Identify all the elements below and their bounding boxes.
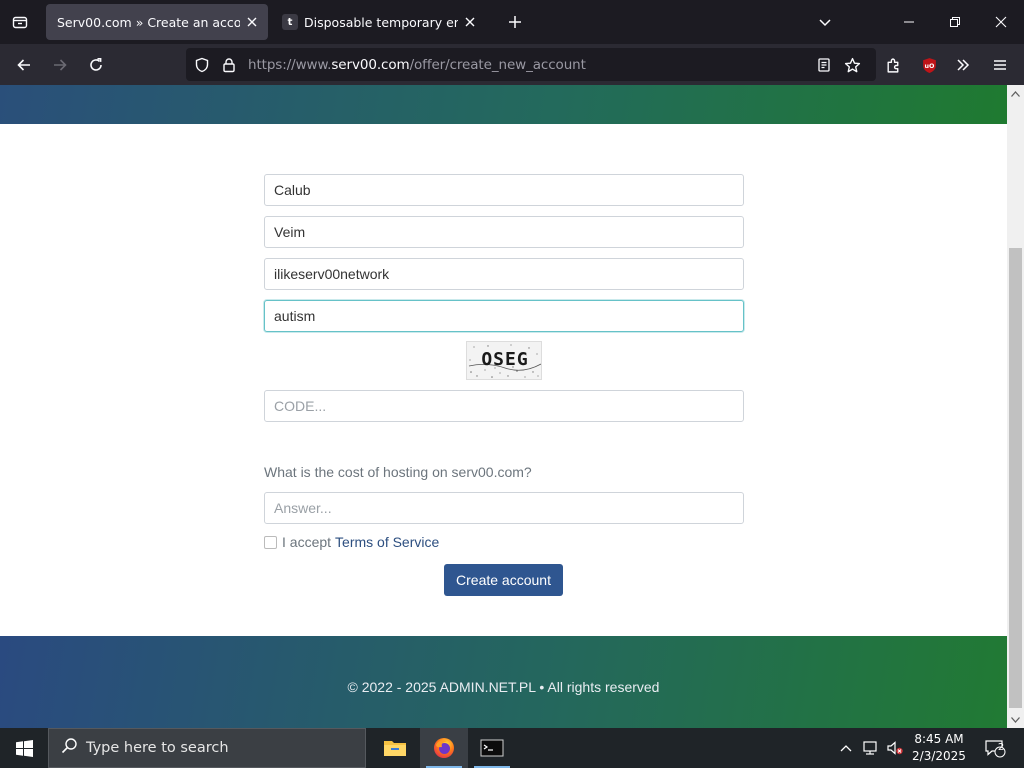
- scroll-up-icon[interactable]: [1007, 85, 1024, 102]
- terms-label: I accept: [282, 534, 332, 550]
- close-tab-icon[interactable]: [240, 10, 264, 34]
- first-name-field[interactable]: Calub: [264, 174, 744, 206]
- page-header-banner: [0, 85, 1007, 124]
- overflow-icon[interactable]: [950, 52, 976, 78]
- tab-list-icon[interactable]: [8, 10, 32, 34]
- close-tab-icon[interactable]: [458, 10, 482, 34]
- volume-muted-icon[interactable]: [884, 728, 906, 768]
- clock-time: 8:45 AM: [914, 732, 964, 746]
- security-question: What is the cost of hosting on serv00.co…: [264, 464, 532, 480]
- terminal-icon[interactable]: [468, 728, 516, 768]
- tab-favicon: t: [282, 14, 298, 30]
- notification-count: 2: [997, 742, 1005, 753]
- notifications-icon[interactable]: 2: [980, 728, 1010, 768]
- menu-icon[interactable]: [987, 52, 1013, 78]
- forward-icon[interactable]: [47, 52, 73, 78]
- reload-icon[interactable]: [83, 52, 109, 78]
- terms-of-service-link[interactable]: Terms of Service: [335, 534, 439, 550]
- shield-icon[interactable]: [192, 55, 212, 75]
- terms-row: I accept Terms of Service: [264, 534, 439, 550]
- tab-title: Disposable temporary email - T: [304, 14, 458, 30]
- text-field-focused[interactable]: autism: [264, 300, 744, 332]
- web-page: Calub Veim ilikeserv00network autism OSE…: [0, 85, 1007, 728]
- minimize-icon[interactable]: [895, 8, 923, 36]
- tab-serv00[interactable]: Serv00.com » Create an account: [46, 4, 268, 40]
- tab-strip: Serv00.com » Create an account t Disposa…: [0, 0, 1024, 44]
- username-field[interactable]: ilikeserv00network: [264, 258, 744, 290]
- taskbar-clock[interactable]: 8:45 AM 2/3/2025: [906, 731, 972, 765]
- page-scrollbar[interactable]: [1007, 85, 1024, 728]
- scroll-thumb[interactable]: [1009, 248, 1022, 708]
- reader-view-icon[interactable]: [814, 55, 834, 75]
- show-hidden-icons-chevron-icon[interactable]: [836, 728, 856, 768]
- footer-copyright: © 2022 - 2025 ADMIN.NET.PL • All rights …: [347, 679, 660, 695]
- firefox-icon[interactable]: [420, 728, 468, 768]
- windows-taskbar: Type here to search 8:45 AM 2/3/2025 2: [0, 728, 1024, 768]
- navigation-toolbar: https://www.serv00.com/offer/create_new_…: [0, 44, 1024, 85]
- file-explorer-icon[interactable]: [371, 728, 419, 768]
- restore-icon[interactable]: [941, 8, 969, 36]
- svg-text:uO: uO: [924, 62, 935, 70]
- captcha-image: OSEG: [466, 341, 542, 380]
- ublock-icon[interactable]: uO: [916, 52, 942, 78]
- windows-start-icon[interactable]: [0, 728, 48, 768]
- taskbar-search-box[interactable]: Type here to search: [48, 728, 366, 768]
- scroll-down-icon[interactable]: [1007, 711, 1024, 728]
- address-bar[interactable]: https://www.serv00.com/offer/create_new_…: [186, 48, 876, 81]
- captcha-code-input[interactable]: CODE...: [264, 390, 744, 422]
- lock-icon[interactable]: [219, 55, 239, 75]
- answer-input[interactable]: Answer...: [264, 492, 744, 524]
- search-placeholder: Type here to search: [86, 740, 229, 756]
- last-name-field[interactable]: Veim: [264, 216, 744, 248]
- extensions-icon[interactable]: [880, 52, 906, 78]
- create-account-button[interactable]: Create account: [444, 564, 563, 596]
- close-window-icon[interactable]: [987, 8, 1015, 36]
- back-icon[interactable]: [11, 52, 37, 78]
- tab-temp-email[interactable]: t Disposable temporary email - T: [276, 4, 486, 40]
- new-tab-icon[interactable]: [503, 10, 527, 34]
- captcha-text: OSEG: [481, 349, 528, 370]
- search-icon: [61, 737, 78, 759]
- url-text[interactable]: https://www.serv00.com/offer/create_new_…: [248, 57, 586, 73]
- page-footer: © 2022 - 2025 ADMIN.NET.PL • All rights …: [0, 636, 1007, 728]
- chevron-down-icon[interactable]: [811, 8, 839, 36]
- terms-checkbox[interactable]: [264, 535, 277, 549]
- star-icon[interactable]: [842, 55, 862, 75]
- network-icon[interactable]: [860, 728, 882, 768]
- tab-title: Serv00.com » Create an account: [57, 14, 240, 30]
- clock-date: 2/3/2025: [912, 749, 966, 763]
